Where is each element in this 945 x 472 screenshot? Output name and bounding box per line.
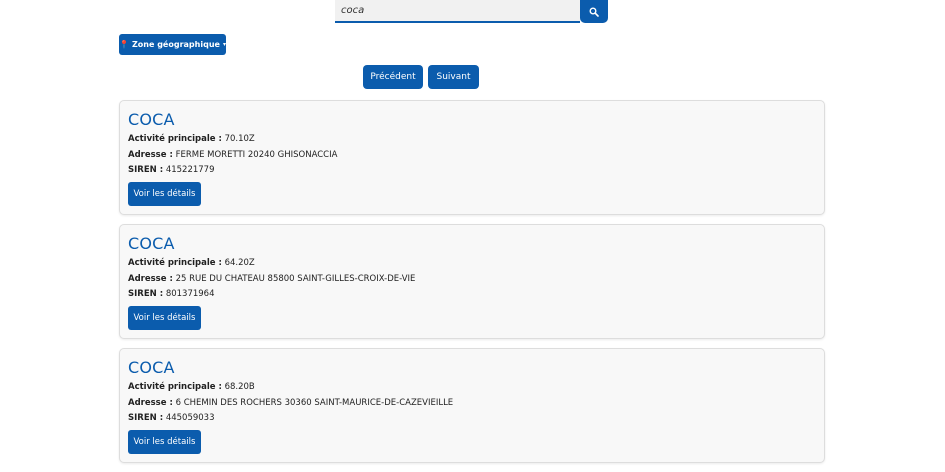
address-line: Adresse : FERME MORETTI 20240 GHISONACCI…: [128, 150, 337, 160]
siren-label: SIREN :: [128, 289, 164, 299]
activity-label: Activité principale :: [128, 134, 222, 144]
pin-icon: 📍: [119, 40, 129, 49]
company-name: COCA: [128, 234, 175, 253]
zone-geographique-button[interactable]: 📍 Zone géographique ▾: [119, 34, 226, 55]
siren-line: SIREN : 445059033: [128, 413, 214, 423]
siren-value: 415221779: [165, 165, 215, 175]
search-bar: [335, 0, 608, 23]
address-value: 25 RUE DU CHATEAU 85800 SAINT-GILLES-CRO…: [175, 274, 416, 284]
address-label: Adresse :: [128, 150, 173, 160]
zone-label: Zone géographique: [132, 40, 220, 49]
activity-line: Activité principale : 64.20Z: [128, 258, 255, 268]
siren-line: SIREN : 415221779: [128, 165, 214, 175]
address-label: Adresse :: [128, 274, 173, 284]
siren-label: SIREN :: [128, 165, 164, 175]
company-name: COCA: [128, 358, 175, 377]
company-name: COCA: [128, 110, 175, 129]
activity-label: Activité principale :: [128, 258, 222, 268]
siren-value: 801371964: [165, 289, 215, 299]
details-button[interactable]: Voir les détails: [128, 306, 201, 330]
activity-value: 68.20B: [224, 382, 255, 392]
result-card: COCA Activité principale : 64.20Z Adress…: [119, 224, 825, 339]
address-line: Adresse : 6 CHEMIN DES ROCHERS 30360 SAI…: [128, 398, 453, 408]
activity-value: 64.20Z: [224, 258, 255, 268]
address-line: Adresse : 25 RUE DU CHATEAU 85800 SAINT-…: [128, 274, 415, 284]
result-card: COCA Activité principale : 70.10Z Adress…: [119, 100, 825, 215]
activity-label: Activité principale :: [128, 382, 222, 392]
search-input[interactable]: [335, 0, 580, 23]
siren-value: 445059033: [165, 413, 215, 423]
siren-line: SIREN : 801371964: [128, 289, 214, 299]
previous-button[interactable]: Précédent: [363, 65, 423, 89]
next-button[interactable]: Suivant: [428, 65, 479, 89]
result-card: COCA Activité principale : 68.20B Adress…: [119, 348, 825, 463]
search-button[interactable]: [580, 0, 608, 23]
activity-line: Activité principale : 68.20B: [128, 382, 255, 392]
activity-value: 70.10Z: [224, 134, 255, 144]
chevron-down-icon: ▾: [222, 41, 226, 48]
details-button[interactable]: Voir les détails: [128, 430, 201, 454]
search-icon: [589, 7, 599, 17]
activity-line: Activité principale : 70.10Z: [128, 134, 255, 144]
details-button[interactable]: Voir les détails: [128, 182, 201, 206]
address-value: FERME MORETTI 20240 GHISONACCIA: [175, 150, 338, 160]
siren-label: SIREN :: [128, 413, 164, 423]
address-label: Adresse :: [128, 398, 173, 408]
address-value: 6 CHEMIN DES ROCHERS 30360 SAINT-MAURICE…: [175, 398, 454, 408]
